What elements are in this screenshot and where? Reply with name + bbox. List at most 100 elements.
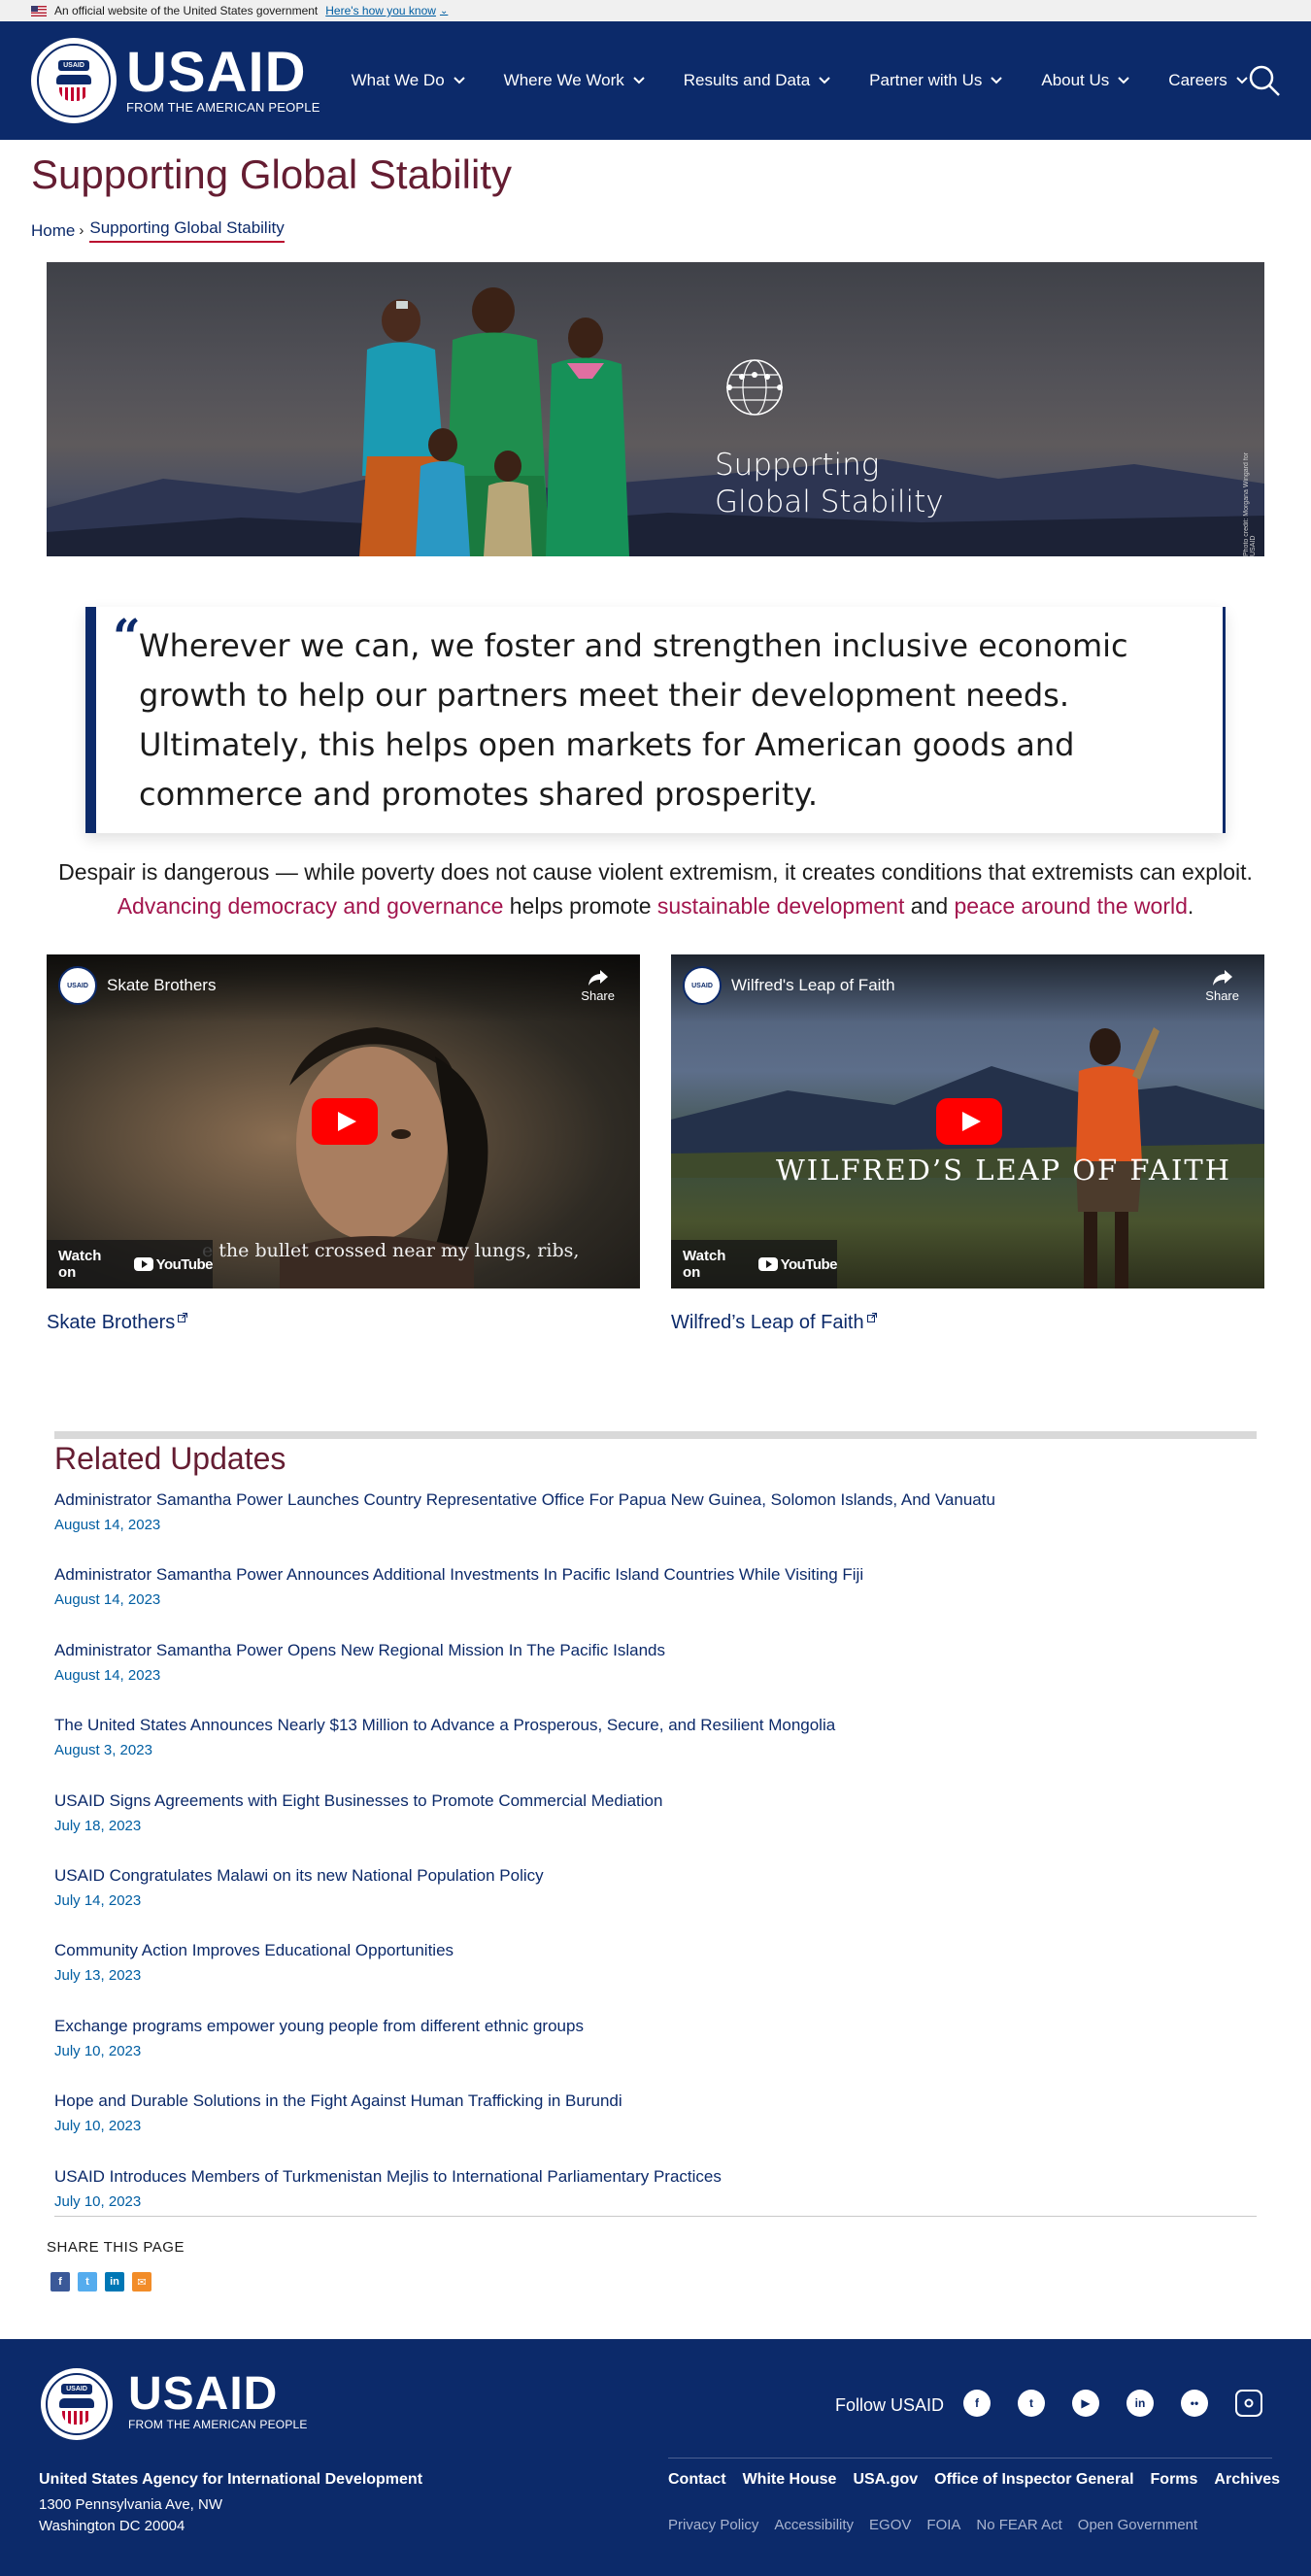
channel-avatar[interactable]: USAID: [683, 966, 722, 1005]
intro-text: Despair is dangerous — while poverty doe…: [58, 859, 1253, 885]
watch-on-youtube-button[interactable]: Watch on YouTube: [671, 1240, 838, 1288]
main-nav: What We Do Where We Work Results and Dat…: [352, 21, 1287, 140]
watch-on-label: Watch on: [58, 1248, 102, 1281]
update-title-link[interactable]: Administrator Samantha Power Launches Co…: [54, 1489, 1257, 1512]
share-button[interactable]: Share: [1205, 969, 1239, 1003]
linkedin-icon[interactable]: in: [105, 2272, 124, 2292]
channel-avatar[interactable]: USAID: [58, 966, 97, 1005]
list-item: Exchange programs empower young people f…: [54, 2015, 1257, 2090]
footer-link-privacy[interactable]: Privacy Policy: [668, 2517, 758, 2533]
flickr-icon[interactable]: ••: [1181, 2390, 1208, 2417]
list-item: USAID Congratulates Malawi on its new Na…: [54, 1864, 1257, 1939]
footer-link-accessibility[interactable]: Accessibility: [774, 2517, 854, 2533]
handshake-icon: [59, 2398, 94, 2408]
email-icon[interactable]: ✉: [132, 2272, 151, 2292]
twitter-icon[interactable]: t: [1018, 2390, 1045, 2417]
nav-label: About Us: [1041, 71, 1110, 89]
nav-what-we-do[interactable]: What We Do: [352, 71, 465, 90]
linkedin-icon[interactable]: in: [1126, 2390, 1154, 2417]
chevron-down-icon: [633, 77, 645, 84]
footer-link-usa-gov[interactable]: USA.gov: [853, 2471, 918, 2489]
skate-brothers-link[interactable]: Skate Brothers: [47, 1312, 188, 1334]
photo-credit: Photo credit: Morgana Wingard for USAID: [1243, 452, 1257, 556]
footer-address: 1300 Pennsylvania Ave, NW Washington DC …: [39, 2494, 222, 2537]
seal-emblem: USAID: [37, 44, 111, 117]
handshake-icon: [56, 75, 91, 84]
video-player-wilfreds-leap-of-faith[interactable]: USAID Wilfred's Leap of Faith Share WILF…: [671, 954, 1264, 1288]
seal-text: USAID: [58, 60, 89, 71]
watch-on-youtube-button[interactable]: Watch on YouTube: [47, 1240, 214, 1288]
sustainable-development-link[interactable]: sustainable development: [657, 893, 904, 919]
breadcrumb: Home › Supporting Global Stability: [31, 218, 285, 243]
hero-family-photo: [359, 287, 629, 556]
youtube-logo: YouTube: [757, 1256, 838, 1273]
footer-link-foia[interactable]: FOIA: [926, 2517, 960, 2533]
peace-around-the-world-link[interactable]: peace around the world: [955, 893, 1188, 919]
footer-link-white-house[interactable]: White House: [743, 2471, 837, 2489]
chevron-down-icon: [1118, 77, 1130, 84]
play-button-icon[interactable]: [312, 1098, 378, 1145]
usaid-seal-logo[interactable]: USAID: [31, 38, 117, 123]
footer-link-egov[interactable]: EGOV: [869, 2517, 911, 2533]
heres-how-you-know-link[interactable]: Here's how you know ⌄: [325, 4, 448, 17]
facebook-icon[interactable]: f: [50, 2272, 70, 2292]
youtube-icon: [133, 1257, 153, 1271]
nav-about-us[interactable]: About Us: [1041, 71, 1130, 90]
chevron-down-icon: [991, 77, 1003, 84]
gov-banner-text: An official website of the United States…: [54, 4, 319, 17]
footer-link-no-fear-act[interactable]: No FEAR Act: [976, 2517, 1061, 2533]
share-icons: f t in ✉: [50, 2272, 159, 2292]
play-button-icon[interactable]: [936, 1098, 1002, 1145]
list-item: USAID Signs Agreements with Eight Busine…: [54, 1790, 1257, 1864]
instagram-icon[interactable]: [1235, 2390, 1262, 2417]
nav-results-and-data[interactable]: Results and Data: [684, 71, 830, 90]
update-title-link[interactable]: USAID Congratulates Malawi on its new Na…: [54, 1864, 1257, 1888]
video-link-label: Wilfred’s Leap of Faith: [671, 1312, 864, 1333]
footer-link-contact[interactable]: Contact: [668, 2471, 726, 2489]
update-title-link[interactable]: USAID Introduces Members of Turkmenistan…: [54, 2165, 1257, 2189]
intro-paragraph: Despair is dangerous — while poverty doe…: [47, 855, 1264, 923]
nav-partner-with-us[interactable]: Partner with Us: [869, 71, 1003, 90]
update-date: August 14, 2023: [54, 1666, 161, 1684]
footer-link-archives[interactable]: Archives: [1214, 2471, 1280, 2489]
update-title-link[interactable]: USAID Signs Agreements with Eight Busine…: [54, 1790, 1257, 1813]
update-title-link[interactable]: The United States Announces Nearly $13 M…: [54, 1714, 1257, 1737]
video-player-skate-brothers[interactable]: USAID Skate Brothers Share e the bullet …: [47, 954, 640, 1288]
list-item: Administrator Samantha Power Opens New R…: [54, 1639, 1257, 1714]
democracy-governance-link[interactable]: Advancing democracy and governance: [118, 893, 504, 919]
update-title-link[interactable]: Administrator Samantha Power Announces A…: [54, 1563, 1257, 1587]
quote-mark-icon: “: [113, 608, 141, 665]
hero-caption-line2: Global Stability: [715, 485, 944, 519]
list-item: Hope and Durable Solutions in the Fight …: [54, 2090, 1257, 2164]
breadcrumb-home-link[interactable]: Home: [31, 221, 75, 241]
facebook-icon[interactable]: f: [963, 2390, 991, 2417]
video-title[interactable]: Skate Brothers: [107, 976, 216, 995]
external-link-icon: [178, 1313, 188, 1322]
update-title-link[interactable]: Administrator Samantha Power Opens New R…: [54, 1639, 1257, 1662]
video-title[interactable]: Wilfred's Leap of Faith: [731, 976, 895, 995]
seal-stripes-icon: [59, 87, 88, 101]
related-divider: [54, 1431, 1257, 1439]
youtube-wordmark: YouTube: [155, 1255, 214, 1273]
youtube-icon: [757, 1257, 778, 1271]
hero-banner: Supporting Global Stability Photo credit…: [47, 262, 1264, 556]
update-title-link[interactable]: Community Action Improves Educational Op…: [54, 1939, 1257, 1962]
nav-careers[interactable]: Careers: [1168, 71, 1248, 90]
share-button[interactable]: Share: [581, 969, 615, 1003]
updates-divider: [54, 2216, 1257, 2217]
breadcrumb-current[interactable]: Supporting Global Stability: [89, 218, 285, 243]
update-title-link[interactable]: Exchange programs empower young people f…: [54, 2015, 1257, 2038]
youtube-icon[interactable]: ▶: [1072, 2390, 1099, 2417]
twitter-icon[interactable]: t: [78, 2272, 97, 2292]
footer-wordmark[interactable]: USAID FROM THE AMERICAN PEOPLE: [128, 2371, 308, 2432]
usaid-wordmark[interactable]: USAID FROM THE AMERICAN PEOPLE: [126, 45, 320, 116]
search-icon[interactable]: [1247, 63, 1282, 98]
share-label: Share: [1205, 988, 1239, 1003]
footer-usaid-seal[interactable]: USAID: [41, 2368, 113, 2440]
footer-link-forms[interactable]: Forms: [1151, 2471, 1198, 2489]
footer-link-inspector-general[interactable]: Office of Inspector General: [934, 2471, 1133, 2489]
update-title-link[interactable]: Hope and Durable Solutions in the Fight …: [54, 2090, 1257, 2113]
nav-where-we-work[interactable]: Where We Work: [504, 71, 645, 90]
footer-link-open-government[interactable]: Open Government: [1078, 2517, 1197, 2533]
wilfreds-leap-of-faith-link[interactable]: Wilfred’s Leap of Faith: [671, 1312, 877, 1334]
